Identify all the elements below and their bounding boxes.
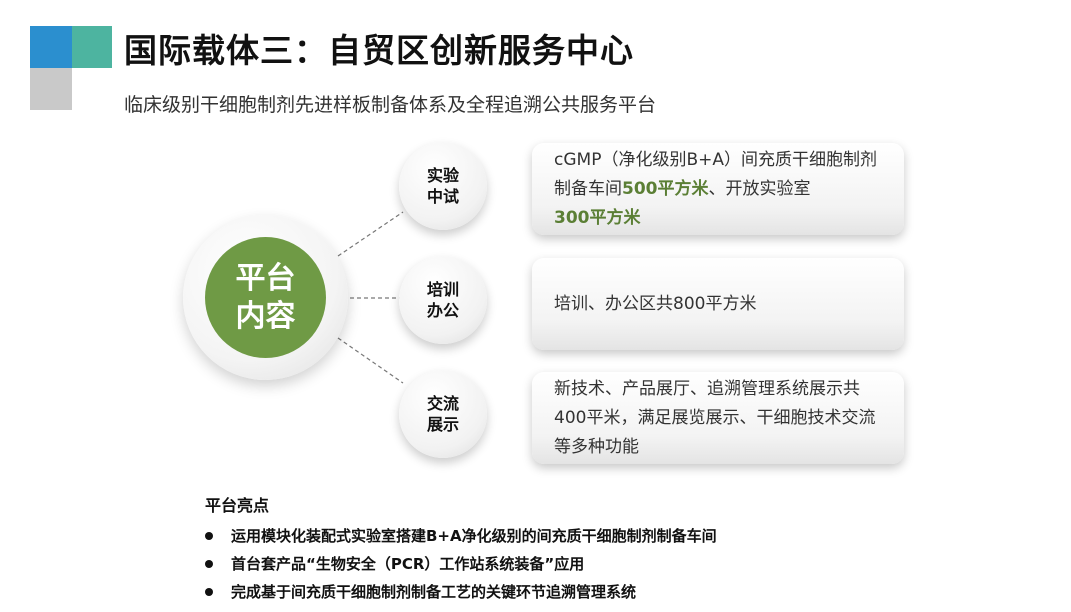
decor-square-teal [72, 26, 112, 68]
node-label-line2: 展示 [426, 415, 459, 434]
info-box-text: cGMP（净化级别B+A）间充质干细胞制剂制备车间500平方米、开放实验室 300… [554, 146, 886, 233]
node-label-line1: 实验 [426, 166, 459, 185]
connector-line-3 [337, 337, 404, 384]
list-item: 完成基于间充质干细胞制剂制备工艺的关键环节追溯管理系统 [205, 578, 717, 606]
info-box-text: 培训、办公区共800平方米 [554, 293, 757, 314]
node-circle-exhibition: 交流 展示 [399, 370, 487, 458]
node-label-line1: 培训 [426, 280, 459, 299]
bullet-dot-icon [205, 588, 213, 596]
list-item-text: 首台套产品“生物安全（PCR）工作站系统装备”应用 [231, 555, 585, 573]
node-circle-training: 培训 办公 [399, 256, 487, 344]
list-item-text: 完成基于间充质干细胞制剂制备工艺的关键环节追溯管理系统 [231, 583, 637, 601]
list-item-text: 运用模块化装配式实验室搭建B+A净化级别的间充质干细胞制剂制备车间 [231, 527, 717, 545]
center-circle: 平台 内容 [183, 215, 348, 380]
slide: 国际载体三：自贸区创新服务中心 临床级别干细胞制剂先进样板制备体系及全程追溯公共… [0, 0, 1071, 612]
bullet-dot-icon [205, 532, 213, 540]
info-box-text: 新技术、产品展厅、追溯管理系统展示共400平米，满足展览展示、干细胞技术交流等多… [554, 378, 876, 457]
center-circle-inner: 平台 内容 [205, 237, 326, 358]
highlights-list: 运用模块化装配式实验室搭建B+A净化级别的间充质干细胞制剂制备车间 首台套产品“… [205, 522, 717, 606]
list-item: 运用模块化装配式实验室搭建B+A净化级别的间充质干细胞制剂制备车间 [205, 522, 717, 550]
info-box-training: 培训、办公区共800平方米 [532, 258, 904, 350]
info-text-part: 、开放实验室 [708, 178, 811, 199]
bullet-dot-icon [205, 560, 213, 568]
decor-square-gray [30, 68, 72, 110]
node-circle-experiment: 实验 中试 [399, 142, 487, 230]
page-title: 国际载体三：自贸区创新服务中心 [124, 31, 634, 70]
highlights-title: 平台亮点 [205, 496, 270, 515]
info-box-exhibition: 新技术、产品展厅、追溯管理系统展示共400平米，满足展览展示、干细胞技术交流等多… [532, 372, 904, 464]
info-highlight-area: 300平方米 [554, 207, 641, 228]
page-subtitle: 临床级别干细胞制剂先进样板制备体系及全程追溯公共服务平台 [124, 94, 657, 116]
decor-square-blue [30, 26, 72, 68]
node-label-line2: 中试 [426, 187, 459, 206]
center-text-line1: 平台 [235, 260, 296, 296]
info-highlight-area: 500平方米 [622, 178, 709, 199]
info-box-experiment: cGMP（净化级别B+A）间充质干细胞制剂制备车间500平方米、开放实验室 300… [532, 143, 904, 235]
center-text-line2: 内容 [235, 298, 296, 334]
node-label-line1: 交流 [426, 394, 459, 413]
list-item: 首台套产品“生物安全（PCR）工作站系统装备”应用 [205, 550, 717, 578]
node-label-line2: 办公 [426, 301, 459, 320]
connector-line-1 [337, 211, 404, 257]
